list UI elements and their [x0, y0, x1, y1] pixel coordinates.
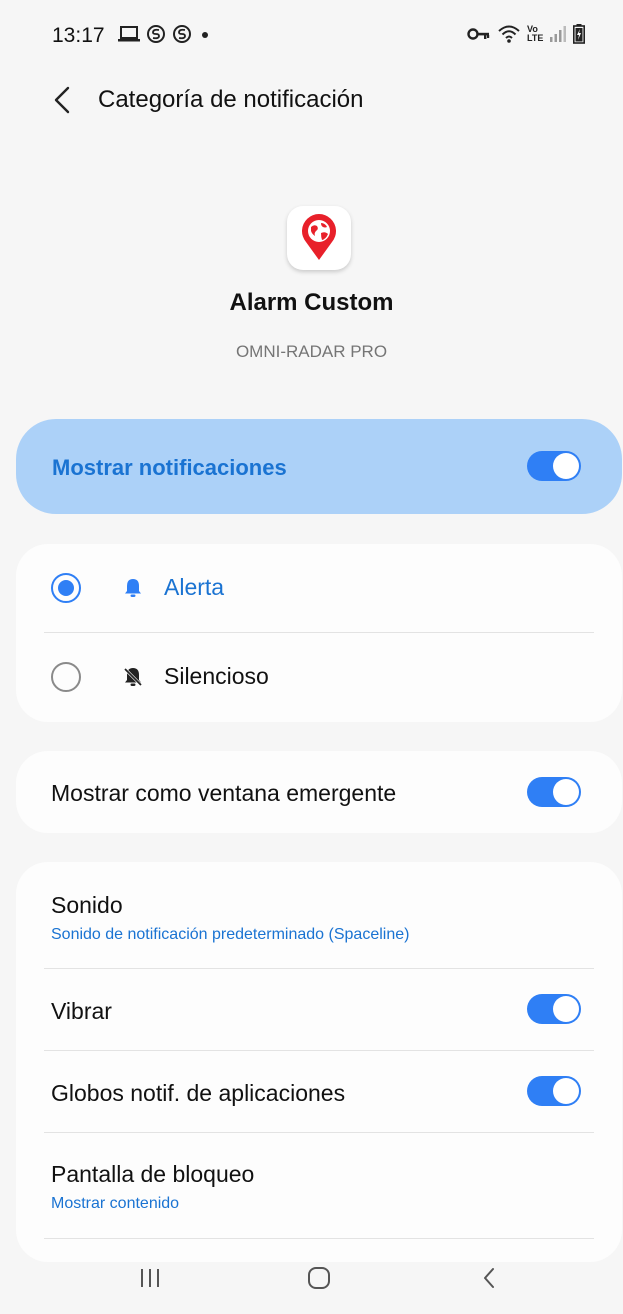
toggle-knob [553, 779, 579, 805]
sound-row[interactable]: Sonido Sonido de notificación predetermi… [16, 862, 622, 968]
mode-option-silent[interactable]: Silencioso [16, 633, 622, 722]
toggle-knob [553, 453, 579, 479]
show-notifications-row[interactable]: Mostrar notificaciones [16, 419, 622, 514]
status-bar: 13:17 Vo LTE [0, 0, 623, 72]
badges-label: Globos notif. de aplicaciones [51, 1080, 346, 1106]
s-app-icon [147, 25, 165, 43]
vibrate-label: Vibrar [51, 998, 112, 1024]
dot-icon [202, 32, 208, 38]
back-button[interactable] [44, 82, 80, 118]
key-icon [467, 28, 490, 40]
laptop-icon [118, 26, 140, 42]
lock-screen-row[interactable]: Pantalla de bloqueo Mostrar contenido [16, 1133, 622, 1238]
screen: 13:17 Vo LTE Categoría de notificación A… [0, 0, 623, 1314]
app-icon [287, 206, 351, 270]
home-button[interactable] [299, 1258, 339, 1298]
status-left-icons [118, 24, 212, 44]
popup-label: Mostrar como ventana emergente [51, 780, 397, 806]
back-icon [484, 1268, 494, 1288]
lock-screen-label: Pantalla de bloqueo [51, 1161, 255, 1187]
app-name: Alarm Custom [229, 289, 394, 316]
app-subtitle: OMNI-RADAR PRO [235, 342, 388, 361]
chevron-left-icon [54, 86, 70, 114]
alert-label: Alerta [164, 574, 225, 600]
nav-back-button[interactable] [469, 1258, 509, 1298]
map-pin-globe-icon [302, 214, 336, 260]
silent-label: Silencioso [164, 663, 269, 689]
mode-option-alert[interactable]: Alerta [16, 544, 622, 632]
home-icon [308, 1267, 330, 1289]
badges-toggle[interactable] [527, 1076, 581, 1106]
sound-label: Sonido [51, 892, 123, 918]
silent-radio[interactable] [51, 662, 81, 692]
toggle-knob [553, 996, 579, 1022]
vibrate-row[interactable]: Vibrar [16, 969, 622, 1050]
recents-button[interactable] [130, 1258, 170, 1298]
lock-screen-value: Mostrar contenido [51, 1195, 180, 1212]
show-notifications-toggle[interactable] [527, 451, 581, 481]
signal-icon [550, 26, 566, 42]
divider [44, 1238, 594, 1239]
alert-radio[interactable] [51, 573, 81, 603]
badges-row[interactable]: Globos notif. de aplicaciones [16, 1051, 622, 1132]
volte-icon: Vo LTE [527, 24, 544, 43]
page-title: Categoría de notificación [98, 86, 364, 113]
wifi-icon [498, 25, 520, 43]
popup-toggle[interactable] [527, 777, 581, 807]
settings-card: Sonido Sonido de notificación predetermi… [16, 862, 622, 1262]
show-notifications-label: Mostrar notificaciones [52, 455, 287, 480]
radio-dot [58, 580, 74, 596]
status-right-icons: Vo LTE [467, 24, 585, 44]
vibrate-toggle[interactable] [527, 994, 581, 1024]
battery-icon [573, 24, 585, 44]
nav-bar [0, 1240, 623, 1314]
popup-card[interactable]: Mostrar como ventana emergente [16, 751, 622, 833]
bell-off-icon [123, 667, 143, 687]
toggle-knob [553, 1078, 579, 1104]
bell-icon [125, 579, 141, 597]
status-time: 13:17 [52, 24, 105, 47]
s-app-icon [173, 25, 191, 43]
sound-value: Sonido de notificación predeterminado (S… [51, 926, 410, 943]
mode-card: Alerta Silencioso [16, 544, 622, 722]
app-bar: Categoría de notificación [0, 72, 623, 132]
recents-icon [141, 1269, 159, 1287]
